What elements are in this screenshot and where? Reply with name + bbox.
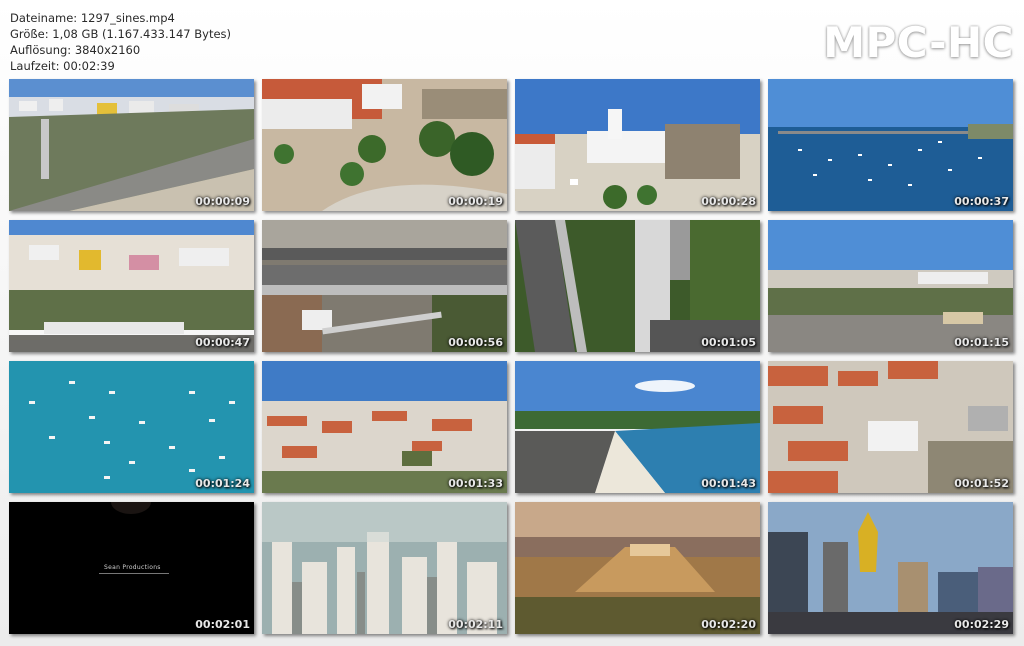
scene-acropolis-sunset <box>515 502 760 634</box>
scene-rooftops-town <box>262 361 507 493</box>
scene-turquoise-sea-boats <box>9 361 254 493</box>
timestamp: 00:01:33 <box>448 477 503 490</box>
timestamp: 00:01:43 <box>701 477 756 490</box>
mpc-hc-logo: MPC-HC <box>823 18 1014 67</box>
thumbnail-6[interactable]: 00:00:56 <box>262 220 507 352</box>
thumbnail-14[interactable]: 00:02:11 <box>262 502 507 634</box>
scene-casino-towers <box>768 502 1013 634</box>
filename-label: Dateiname: 1297_sines.mp4 <box>10 11 175 25</box>
timestamp: 00:02:11 <box>448 618 503 631</box>
scene-beach-bay <box>515 361 760 493</box>
thumbnail-9[interactable]: 00:01:24 <box>9 361 254 493</box>
scene-tower-overhead <box>515 220 760 352</box>
thumbnail-2[interactable]: 00:00:19 <box>262 79 507 211</box>
timestamp: 00:00:56 <box>448 336 503 349</box>
scene-hillside-houses <box>9 220 254 352</box>
scene-harbor-boats <box>768 79 1013 211</box>
timestamp: 00:01:05 <box>701 336 756 349</box>
thumbnail-1[interactable]: 00:00:09 <box>9 79 254 211</box>
timestamp: 00:02:01 <box>195 618 250 631</box>
scene-church-rooftops <box>768 361 1013 493</box>
timestamp: 00:01:24 <box>195 477 250 490</box>
scene-overhead-road <box>262 220 507 352</box>
timestamp: 00:00:28 <box>701 195 756 208</box>
scene-coastal-town-road <box>9 79 254 211</box>
thumbnail-7[interactable]: 00:01:05 <box>515 220 760 352</box>
thumbnail-grid: 00:00:09 00:00:19 00:00:28 00:00:37 00:0… <box>9 79 1015 635</box>
thumbnail-4[interactable]: 00:00:37 <box>768 79 1013 211</box>
scene-skyscrapers-haze <box>262 502 507 634</box>
timestamp: 00:01:15 <box>954 336 1009 349</box>
timestamp: 00:00:37 <box>954 195 1009 208</box>
timestamp: 00:00:09 <box>195 195 250 208</box>
timestamp: 00:02:29 <box>954 618 1009 631</box>
thumbnail-15[interactable]: 00:02:20 <box>515 502 760 634</box>
timestamp: 00:00:47 <box>195 336 250 349</box>
timestamp: 00:02:20 <box>701 618 756 631</box>
thumbnail-5[interactable]: 00:00:47 <box>9 220 254 352</box>
filesize-label: Größe: 1,08 GB (1.167.433.147 Bytes) <box>10 27 232 41</box>
thumbnail-8[interactable]: 00:01:15 <box>768 220 1013 352</box>
timestamp: 00:01:52 <box>954 477 1009 490</box>
thumbnail-12[interactable]: 00:01:52 <box>768 361 1013 493</box>
credits-line <box>99 573 169 574</box>
file-info: Dateiname: 1297_sines.mp4 Größe: 1,08 GB… <box>10 10 231 74</box>
resolution-label: Auflösung: 3840x2160 <box>10 43 141 57</box>
timestamp: 00:00:19 <box>448 195 503 208</box>
credits-text: Sean Productions <box>104 564 161 571</box>
thumbnail-11[interactable]: 00:01:43 <box>515 361 760 493</box>
thumbnail-10[interactable]: 00:01:33 <box>262 361 507 493</box>
scene-town-plaza-trees <box>262 79 507 211</box>
duration-label: Laufzeit: 00:02:39 <box>10 59 115 73</box>
thumbnail-3[interactable]: 00:00:28 <box>515 79 760 211</box>
thumbnail-13[interactable]: Sean Productions 00:02:01 <box>9 502 254 634</box>
thumbnail-16[interactable]: 00:02:29 <box>768 502 1013 634</box>
scene-town-panorama <box>768 220 1013 352</box>
scene-white-church-square <box>515 79 760 211</box>
